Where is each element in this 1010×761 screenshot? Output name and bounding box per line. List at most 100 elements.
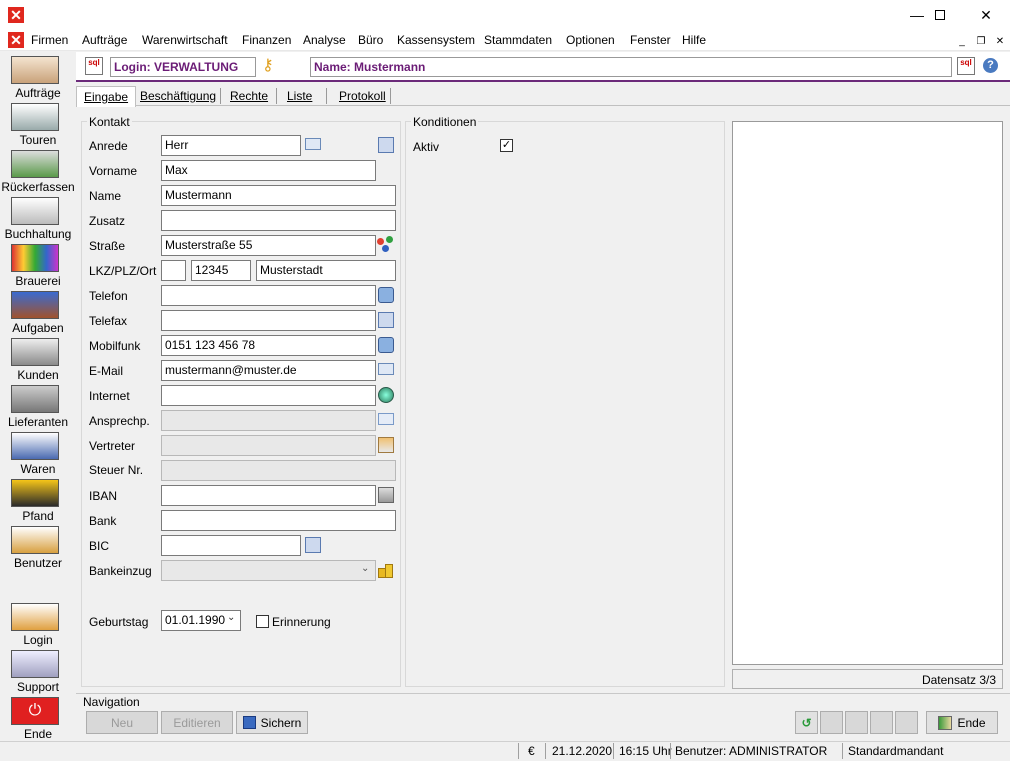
sidebar-item-lieferanten[interactable]: Lieferanten xyxy=(0,415,76,429)
menu-firmen[interactable]: Firmen xyxy=(31,33,68,47)
menu-analyse[interactable]: Analyse xyxy=(303,33,346,47)
anrede-field[interactable]: Herr xyxy=(161,135,301,156)
fax-icon[interactable] xyxy=(378,312,394,328)
close-button[interactable]: ✕ xyxy=(963,0,1009,30)
mdi-app-icon[interactable]: ✕ xyxy=(8,32,24,48)
zusatz-field[interactable] xyxy=(161,210,396,231)
sidebar-item-support[interactable]: Support xyxy=(0,680,76,694)
plz-field[interactable]: 12345 xyxy=(191,260,251,281)
nav-next-button[interactable] xyxy=(870,711,893,734)
brewery-icon[interactable] xyxy=(11,244,59,272)
maximize-button[interactable] xyxy=(917,0,963,30)
sidebar-item-pfand[interactable]: Pfand xyxy=(0,509,76,523)
sidebar-item-touren[interactable]: Touren xyxy=(0,133,76,147)
goods-icon[interactable] xyxy=(11,432,59,460)
mdi-restore-button[interactable]: ❐ xyxy=(973,33,989,49)
suppliers-icon[interactable] xyxy=(11,385,59,413)
chevron-down-icon[interactable]: ⌄ xyxy=(361,563,369,574)
return-entry-icon[interactable] xyxy=(11,150,59,178)
name-input[interactable]: Mustermann xyxy=(161,185,396,206)
sidebar-item-rueckerfassen[interactable]: Rückerfassen xyxy=(0,180,76,194)
strasse-field[interactable]: Musterstraße 55 xyxy=(161,235,376,256)
sidebar-item-buchhaltung[interactable]: Buchhaltung xyxy=(0,227,76,241)
key-icon[interactable] xyxy=(11,603,59,631)
status-currency: € xyxy=(528,744,535,758)
menu-buero[interactable]: Büro xyxy=(358,33,383,47)
menu-optionen[interactable]: Optionen xyxy=(566,33,615,47)
sidebar-item-auftraege[interactable]: Aufträge xyxy=(0,86,76,100)
tab-protokoll[interactable]: Protokoll xyxy=(332,86,393,106)
vorname-field[interactable]: Max xyxy=(161,160,376,181)
mdi-close-button[interactable]: ✕ xyxy=(992,33,1008,49)
menu-auftraege[interactable]: Aufträge xyxy=(82,33,127,47)
menu-warenwirtschaft[interactable]: Warenwirtschaft xyxy=(142,33,228,47)
sidebar-item-waren[interactable]: Waren xyxy=(0,462,76,476)
menu-stammdaten[interactable]: Stammdaten xyxy=(484,33,552,47)
handshake-icon[interactable] xyxy=(11,650,59,678)
tab-rechte[interactable]: Rechte xyxy=(223,86,275,106)
bic-copy-icon[interactable] xyxy=(305,537,321,553)
internet-field[interactable] xyxy=(161,385,376,406)
menu-hilfe[interactable]: Hilfe xyxy=(682,33,706,47)
copy-icon[interactable] xyxy=(378,137,394,153)
phone-icon[interactable] xyxy=(378,287,394,303)
help-icon[interactable]: ? xyxy=(983,58,998,73)
nav-prev-button[interactable] xyxy=(845,711,868,734)
telefax-field[interactable] xyxy=(161,310,376,331)
internet-label: Internet xyxy=(89,389,130,403)
sidebar-item-login[interactable]: Login xyxy=(0,633,76,647)
lkz-field[interactable] xyxy=(161,260,186,281)
menu-finanzen[interactable]: Finanzen xyxy=(242,33,291,47)
truck-icon[interactable] xyxy=(11,103,59,131)
telefon-field[interactable] xyxy=(161,285,376,306)
deposit-icon[interactable] xyxy=(11,479,59,507)
menu-kassensystem[interactable]: Kassensystem xyxy=(397,33,475,47)
map-pins-icon[interactable] xyxy=(377,236,395,254)
tab-liste[interactable]: Liste xyxy=(280,86,319,106)
key-small-icon[interactable]: ⚷ xyxy=(262,58,280,74)
globe-icon[interactable] xyxy=(378,387,394,403)
sidebar-item-brauerei[interactable]: Brauerei xyxy=(0,274,76,288)
contact-card-icon[interactable] xyxy=(378,413,394,425)
editieren-button[interactable]: Editieren xyxy=(161,711,233,734)
representative-icon[interactable] xyxy=(378,437,394,453)
sql-icon[interactable]: sql xyxy=(85,57,103,75)
neu-button[interactable]: Neu xyxy=(86,711,158,734)
bank-field[interactable] xyxy=(161,510,396,531)
sql-label-2: sql xyxy=(960,58,972,67)
mobile-phone-icon[interactable] xyxy=(378,337,394,353)
mdi-minimize-button[interactable]: _ xyxy=(954,33,970,49)
envelope-icon[interactable] xyxy=(305,138,321,150)
orders-icon[interactable] xyxy=(11,56,59,84)
sichern-button[interactable]: Sichern xyxy=(236,711,308,734)
tab-beschaeftigung[interactable]: Beschäftigung xyxy=(133,86,223,106)
coins-icon[interactable] xyxy=(377,561,395,579)
sidebar-item-kunden[interactable]: Kunden xyxy=(0,368,76,382)
sql-search-icon[interactable]: sql xyxy=(957,57,975,75)
calculator-icon[interactable] xyxy=(378,487,394,503)
sidebar-item-benutzer[interactable]: Benutzer xyxy=(0,556,76,570)
undo-button[interactable]: ↺ xyxy=(795,711,818,734)
power-icon[interactable]: ⏻ xyxy=(11,697,59,725)
sidebar-item-aufgaben[interactable]: Aufgaben xyxy=(0,321,76,335)
aktiv-checkbox[interactable]: ✓ xyxy=(500,139,513,152)
sidebar-item-ende[interactable]: Ende xyxy=(0,727,76,741)
accounting-icon[interactable] xyxy=(11,197,59,225)
mobilfunk-field[interactable]: 0151 123 456 78 xyxy=(161,335,376,356)
ende-button[interactable]: Ende xyxy=(926,711,998,734)
menu-fenster[interactable]: Fenster xyxy=(630,33,671,47)
ort-field[interactable]: Musterstadt xyxy=(256,260,396,281)
bic-field[interactable] xyxy=(161,535,301,556)
nav-last-button[interactable] xyxy=(895,711,918,734)
erinnerung-checkbox[interactable] xyxy=(256,615,269,628)
tab-eingabe[interactable]: Eingabe xyxy=(76,86,137,107)
bankeinzug-select[interactable] xyxy=(161,560,376,581)
customers-icon[interactable] xyxy=(11,338,59,366)
nav-first-button[interactable] xyxy=(820,711,843,734)
date-chevron-icon[interactable]: ⌄ xyxy=(227,612,235,623)
tasks-icon[interactable] xyxy=(11,291,59,319)
email-field[interactable]: mustermann@muster.de xyxy=(161,360,376,381)
send-email-icon[interactable] xyxy=(378,363,394,375)
user-icon[interactable] xyxy=(11,526,59,554)
iban-field[interactable] xyxy=(161,485,376,506)
